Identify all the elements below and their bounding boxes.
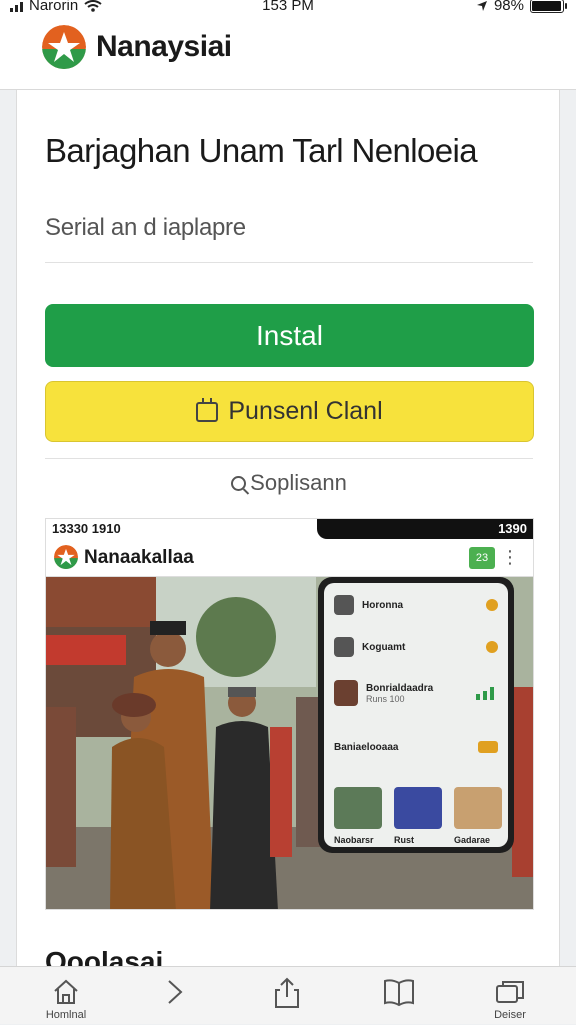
book-icon <box>384 979 414 1007</box>
forward-icon <box>168 980 183 1004</box>
phone-row: Horonna <box>334 591 498 619</box>
main-card: Barjaghan Unam Tarl Nenloeia Serial an d… <box>16 90 560 970</box>
app-name: Nanaysiai <box>96 30 232 63</box>
phone-tile-label: Naobarsr <box>334 835 374 845</box>
secondary-button-label: Punsenl Clanl <box>228 397 383 425</box>
battery-icon <box>530 0 567 13</box>
battery-percent: 98% <box>493 0 524 14</box>
preview-phone-screen: Horonna Koguamt Bonrialdaadra Runs 100 B… <box>324 583 508 847</box>
preview-badge: 23 <box>469 547 495 569</box>
app-header: Nanaysiai <box>0 16 576 90</box>
search-icon <box>231 476 247 491</box>
document-icon <box>334 637 354 657</box>
preview-status-right: 1390 <box>498 521 527 536</box>
app-logo <box>42 25 86 69</box>
phone-row-label: Horonna <box>362 599 404 611</box>
tab-home[interactable]: Homlnal <box>36 977 96 1025</box>
tab-tabs[interactable]: Deiser <box>480 977 540 1025</box>
home-icon <box>54 979 78 1004</box>
phone-row-subtext: Runs 100 <box>366 693 405 704</box>
tab-share[interactable] <box>257 977 317 1025</box>
tag-icon <box>478 741 498 753</box>
more-icon: ⋮ <box>501 547 519 567</box>
phone-row-label: Bonrialdaadra <box>366 682 434 694</box>
divider <box>45 458 533 459</box>
phone-row-label: Baniaelooaaa <box>334 741 399 753</box>
tab-forward[interactable] <box>144 977 204 1025</box>
phone-tile-image <box>454 787 502 829</box>
search-link[interactable]: Soplisann <box>17 470 559 496</box>
status-bar: Narorin 153 PM 98% <box>0 0 576 16</box>
status-dot-icon <box>486 641 498 653</box>
phone-tile-image <box>394 787 442 829</box>
preview-header: Nanaakallaa 23 ⋮ <box>46 539 533 577</box>
tab-label: Deiser <box>494 1009 526 1021</box>
phone-row: Koguamt <box>334 633 498 661</box>
chart-icon <box>476 687 494 700</box>
divider <box>45 262 533 263</box>
location-icon <box>476 0 487 11</box>
preview-screenshot[interactable]: 13330 1910 1390 Nanaakallaa 23 ⋮ Horonna… <box>45 518 534 910</box>
secondary-button[interactable]: Punsenl Clanl <box>45 381 534 442</box>
phone-row-label: Koguamt <box>362 641 406 653</box>
phone-tile-label: Gadarae <box>454 835 491 845</box>
page-subtitle: Serial an d iaplapre <box>45 214 246 241</box>
tabs-icon <box>496 981 524 1003</box>
preview-app-name: Nanaakallaa <box>84 547 194 568</box>
tab-label: Homlnal <box>45 1009 87 1021</box>
share-icon <box>275 977 299 1008</box>
tab-bookmarks[interactable] <box>369 977 429 1025</box>
calendar-icon <box>196 397 219 422</box>
search-link-label: Soplisann <box>250 470 347 495</box>
preview-logo <box>54 545 78 569</box>
install-button[interactable]: Instal <box>45 304 534 367</box>
preview-status-bar: 13330 1910 1390 <box>46 519 533 539</box>
avatar <box>334 680 358 706</box>
phone-row-text: Bonrialdaadra Runs 100 <box>366 683 433 704</box>
preview-status-left: 13330 1910 <box>52 521 121 536</box>
phone-tile-image <box>334 787 382 829</box>
install-button-label: Instal <box>256 319 323 351</box>
phone-row: Baniaelooaaa <box>334 733 498 761</box>
page-title: Barjaghan Unam Tarl Nenloeia <box>45 132 478 169</box>
phone-row: Bonrialdaadra Runs 100 <box>334 675 498 711</box>
preview-phone: Horonna Koguamt Bonrialdaadra Runs 100 B… <box>318 577 514 853</box>
preview-notch: 1390 <box>317 519 533 539</box>
status-dot-icon <box>486 599 498 611</box>
status-right: 98% <box>476 0 567 14</box>
phone-tile-label: Rust <box>394 835 414 845</box>
person-icon <box>334 595 354 615</box>
bottom-tab-bar: Homlnal Deiser <box>0 966 576 1024</box>
